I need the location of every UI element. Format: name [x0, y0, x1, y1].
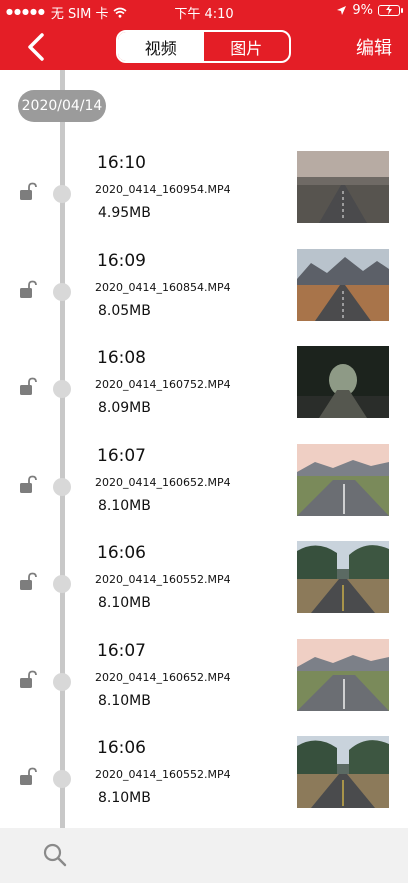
timeline-dot: [53, 282, 71, 301]
edit-button[interactable]: 编辑: [356, 34, 392, 60]
top-header: ●●●●● 无 SIM 卡 下午 4:10 9% 视频 图片 编辑: [0, 0, 408, 70]
video-time: 16:07: [97, 445, 146, 466]
video-filename: 2020_0414_160954.MP4: [95, 183, 231, 196]
video-list-item[interactable]: 16:09 2020_0414_160854.MP4 8.05MB: [0, 240, 408, 337]
video-list-item[interactable]: 16:07 2020_0414_160652.MP4 8.10MB: [0, 630, 408, 727]
unlock-icon[interactable]: [18, 280, 40, 300]
video-size: 8.05MB: [98, 302, 151, 319]
video-thumbnail[interactable]: [297, 248, 389, 321]
video-filename: 2020_0414_160652.MP4: [95, 670, 231, 684]
video-thumbnail[interactable]: [297, 443, 389, 516]
location-arrow-icon: [337, 6, 347, 15]
timeline-dot: [53, 770, 71, 788]
video-size: 8.10MB: [98, 595, 151, 611]
video-thumbnail[interactable]: [297, 541, 389, 613]
timeline-dot: [53, 477, 71, 496]
tab-video[interactable]: 视频: [118, 32, 204, 61]
battery-icon: [378, 5, 403, 16]
video-time: 16:07: [97, 640, 146, 661]
video-size: 8.10MB: [98, 692, 151, 709]
video-filename: 2020_0414_160752.MP4: [95, 378, 231, 391]
video-filename: 2020_0414_160552.MP4: [95, 573, 231, 586]
video-size: 8.09MB: [98, 400, 151, 416]
unlock-icon[interactable]: [18, 767, 40, 787]
unlock-icon[interactable]: [18, 475, 40, 495]
video-thumbnail[interactable]: [297, 638, 389, 711]
search-icon[interactable]: [42, 842, 68, 868]
video-time: 16:08: [97, 348, 146, 368]
status-bar: ●●●●● 无 SIM 卡 下午 4:10 9%: [0, 0, 408, 22]
video-list-item[interactable]: 16:06 2020_0414_160552.MP4 8.10MB: [0, 532, 408, 629]
bottom-toolbar: [0, 828, 408, 883]
video-list-item[interactable]: 16:10 2020_0414_160954.MP4 4.95MB: [0, 142, 408, 239]
video-thumbnail[interactable]: [297, 736, 389, 808]
timeline-dot: [53, 185, 71, 203]
video-size: 4.95MB: [98, 205, 151, 221]
timeline-dot: [53, 380, 71, 398]
video-size: 8.10MB: [98, 497, 151, 514]
video-time: 16:09: [97, 250, 146, 271]
video-time: 16:10: [97, 153, 146, 173]
video-thumbnail[interactable]: [297, 346, 389, 418]
video-list-item[interactable]: 16:07 2020_0414_160652.MP4 8.10MB: [0, 435, 408, 532]
back-button[interactable]: [22, 31, 54, 63]
tab-photo[interactable]: 图片: [204, 32, 290, 61]
video-filename: 2020_0414_160652.MP4: [95, 475, 231, 489]
video-list: 2020/04/14 16:10 2020_0414_160954.MP4 4.95…: [0, 70, 408, 828]
timeline-dot: [53, 672, 71, 691]
video-thumbnail[interactable]: [297, 151, 389, 223]
video-filename: 2020_0414_160552.MP4: [95, 768, 231, 781]
video-time: 16:06: [97, 738, 146, 758]
unlock-icon[interactable]: [18, 670, 40, 690]
video-filename: 2020_0414_160854.MP4: [95, 280, 231, 294]
date-badge: 2020/04/14: [18, 90, 106, 122]
battery-percent: 9%: [352, 3, 373, 18]
media-type-segmented-control: 视频 图片: [116, 30, 291, 63]
unlock-icon[interactable]: [18, 572, 40, 592]
unlock-icon[interactable]: [18, 377, 40, 397]
unlock-icon[interactable]: [18, 182, 40, 202]
timeline-dot: [53, 575, 71, 593]
video-size: 8.10MB: [98, 790, 151, 806]
video-list-item[interactable]: 16:08 2020_0414_160752.MP4 8.09MB: [0, 337, 408, 434]
video-list-item[interactable]: 16:06 2020_0414_160552.MP4 8.10MB: [0, 727, 408, 824]
nav-bar: 视频 图片 编辑: [0, 28, 408, 66]
video-time: 16:06: [97, 543, 146, 563]
